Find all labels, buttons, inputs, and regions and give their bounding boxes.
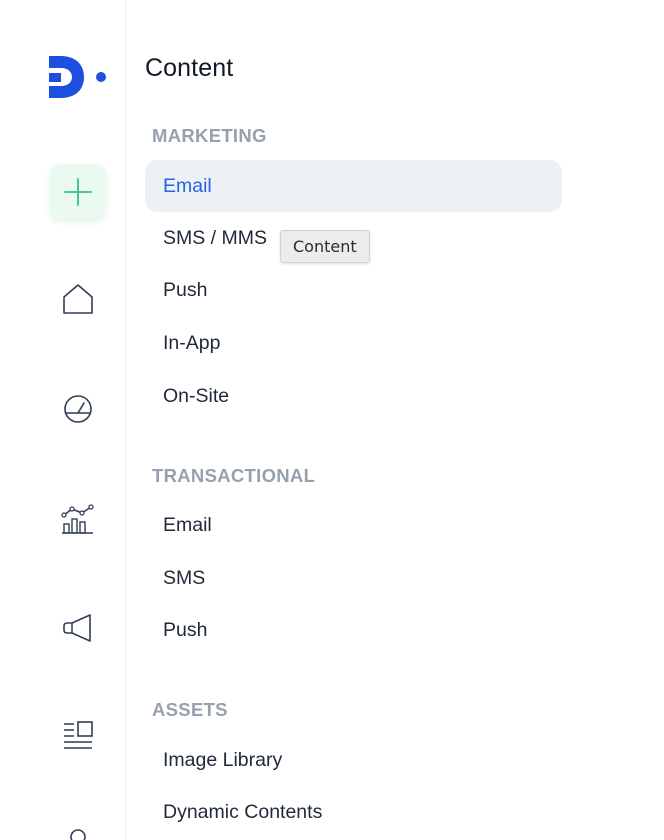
section-label-assets: ASSETS [152,699,228,720]
section-label-marketing: MARKETING [152,125,267,146]
icon-rail [0,0,126,840]
home-icon [63,284,93,314]
create-button[interactable] [50,164,106,220]
user-icon [70,829,86,840]
campaigns-nav-button[interactable] [50,600,106,656]
menu-item-transactional-push[interactable]: Push [145,604,562,656]
menu-item-transactional-sms[interactable]: SMS [145,552,562,604]
app-window: Content MARKETING Email SMS / MMS Push I… [0,0,664,840]
panel-title: Content [145,54,234,82]
menu-item-dynamic-contents[interactable]: Dynamic Contents [145,786,562,838]
plus-icon [64,178,92,206]
profile-nav-button[interactable] [50,812,106,840]
menu-item-image-library[interactable]: Image Library [145,734,562,786]
menu-item-marketing-on-site[interactable]: On-Site [145,370,562,422]
content-menu-panel: Content MARKETING Email SMS / MMS Push I… [145,0,565,840]
megaphone-icon [63,614,91,642]
gauge-icon [64,395,92,423]
analytics-nav-button[interactable] [50,491,106,547]
dashboard-nav-button[interactable] [50,381,106,437]
content-nav-button[interactable] [50,708,106,764]
menu-item-marketing-email[interactable]: Email [145,160,562,212]
menu-item-marketing-push[interactable]: Push [145,264,562,316]
logo-icon[interactable] [46,52,110,100]
section-label-transactional: TRANSACTIONAL [152,465,316,486]
menu-item-transactional-email[interactable]: Email [145,499,562,551]
home-nav-button[interactable] [50,271,106,327]
menu-item-marketing-in-app[interactable]: In-App [145,317,562,369]
content-icon [64,721,93,749]
analytics-icon [61,504,94,534]
tooltip: Content [280,230,370,263]
